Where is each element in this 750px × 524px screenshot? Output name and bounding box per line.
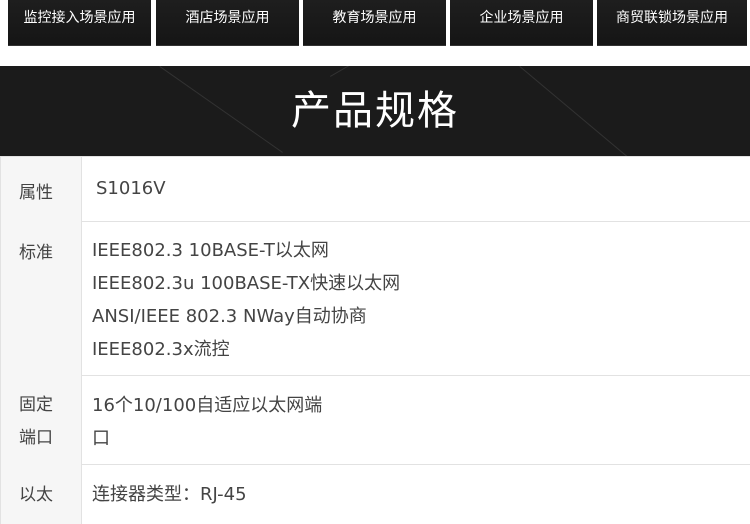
row-label: 以太 [0, 464, 82, 524]
value-line: 16个10/100自适应以太网端 [92, 395, 323, 416]
tab-label: 监控接入场景应用 [23, 10, 136, 26]
row-label-text: 标准 [19, 243, 53, 263]
row-label-text: 端口 [19, 428, 53, 448]
page-title: 产品规格 [291, 88, 459, 134]
row-label: 固定 端口 [0, 375, 82, 464]
tab-hotel[interactable]: 酒店场景应用 [156, 0, 299, 46]
tab-enterprise[interactable]: 企业场景应用 [450, 0, 593, 46]
value-line: S1016V [96, 178, 166, 199]
table-row: 以太 连接器类型：RJ-45 [0, 464, 750, 524]
tab-label: 酒店场景应用 [185, 10, 270, 26]
row-value: IEEE802.3 10BASE-T以太网 IEEE802.3u 100BASE… [92, 234, 750, 366]
tab-retail-chain[interactable]: 商贸联锁场景应用 [597, 0, 747, 46]
value-line: IEEE802.3 10BASE-T以太网 [92, 240, 329, 261]
row-value: S1016V [96, 157, 750, 199]
table-row: 属性 S1016V [0, 156, 750, 222]
value-line: 口 [92, 428, 110, 449]
tab-label: 商贸联锁场景应用 [616, 10, 728, 26]
row-label-text: 固定 [19, 395, 53, 415]
table-row: 标准 IEEE802.3 10BASE-T以太网 IEEE802.3u 100B… [0, 220, 750, 376]
table-row: 固定 端口 16个10/100自适应以太网端 口 [0, 375, 750, 465]
row-value: 16个10/100自适应以太网端 口 [92, 389, 750, 455]
decorative-line [330, 66, 435, 77]
tab-label: 教育场景应用 [332, 10, 417, 26]
value-line: IEEE802.3x流控 [92, 339, 230, 360]
row-label-text: 属性 [19, 183, 53, 203]
scenario-tabs: 监控接入场景应用 酒店场景应用 教育场景应用 企业场景应用 商贸联锁场景应用 [0, 0, 750, 46]
tab-education[interactable]: 教育场景应用 [303, 0, 446, 46]
row-label: 属性 [0, 157, 82, 221]
row-value: 连接器类型：RJ-45 [92, 480, 750, 506]
value-line: ANSI/IEEE 802.3 NWay自动协商 [92, 306, 367, 327]
row-label-text: 以太 [19, 485, 53, 505]
spec-banner: 产品规格 [0, 66, 750, 156]
tab-monitoring[interactable]: 监控接入场景应用 [8, 0, 151, 46]
tab-label: 企业场景应用 [479, 10, 564, 26]
value-line: 连接器类型：RJ-45 [92, 484, 247, 505]
row-label: 标准 [0, 220, 82, 375]
value-line: IEEE802.3u 100BASE-TX快速以太网 [92, 273, 401, 294]
